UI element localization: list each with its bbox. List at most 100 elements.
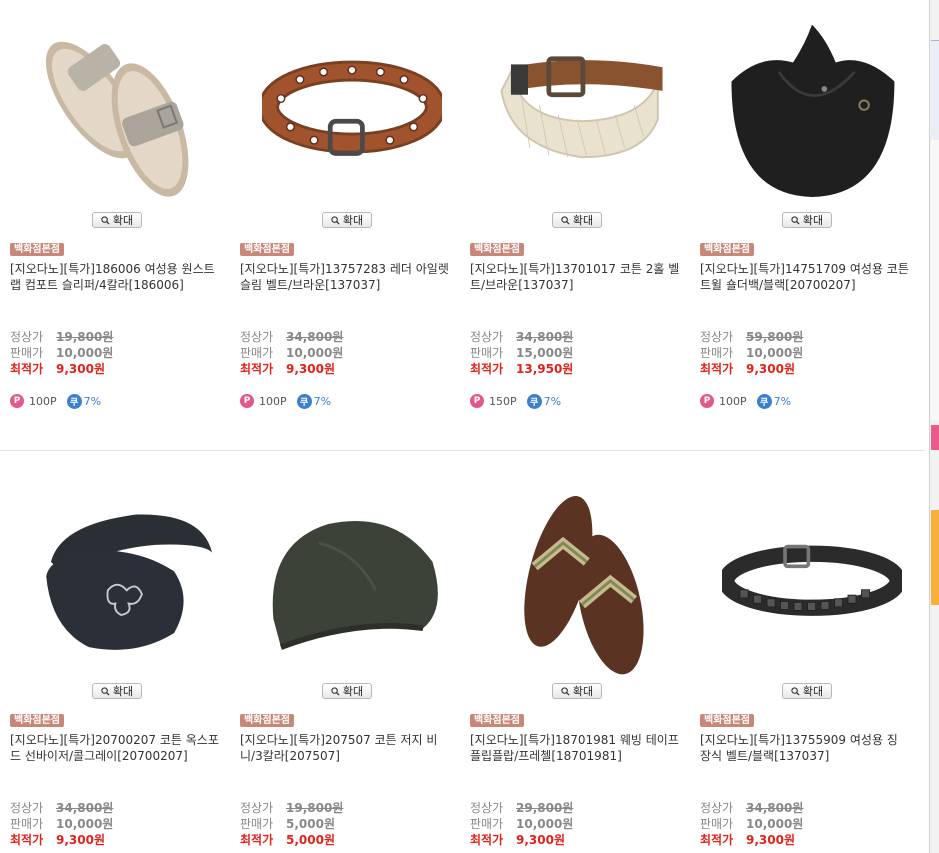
price-block: 정상가 29,800원 판매가 10,000원 최적가 9,300원 <box>470 800 680 848</box>
sale-price: 10,000원 <box>56 346 114 360</box>
product-title[interactable]: [지오다노][특가]186006 여성용 원스트랩 컴포트 슬리퍼/4칼라[18… <box>10 261 220 293</box>
belt-icon[interactable] <box>262 10 442 205</box>
zoom-button[interactable]: 확대 <box>552 212 602 228</box>
woven-belt-icon[interactable] <box>492 10 672 205</box>
magnifier-icon <box>791 686 800 696</box>
sale-price-label: 판매가 <box>700 817 734 831</box>
best-price-label: 최적가 <box>240 362 274 376</box>
product-title[interactable]: [지오다노][특가]14751709 여성용 코튼 트윌 숄더백/블랙[2070… <box>700 261 910 293</box>
store-badge: 백화점본점 <box>10 243 64 256</box>
zoom-label: 확대 <box>802 214 824 227</box>
sale-price-label: 판매가 <box>240 817 274 831</box>
product-title[interactable]: [지오다노][특가]13701017 코튼 2홀 벨트/브라운[137037] <box>470 261 680 293</box>
regular-price-label: 정상가 <box>470 801 504 815</box>
price-block: 정상가 19,800원 판매가 5,000원 최적가 5,000원 <box>240 800 450 848</box>
magnifier-icon <box>101 215 110 225</box>
best-price: 9,300원 <box>746 833 795 847</box>
zoom-label: 확대 <box>342 214 364 227</box>
benefit-row: P 100P 쿠 7% <box>240 393 331 409</box>
coupon-icon: 쿠 <box>66 393 82 409</box>
best-price: 5,000원 <box>286 833 335 847</box>
coupon-value: 7% <box>313 394 332 408</box>
store-badge: 백화점본점 <box>700 243 754 256</box>
product-grid: 확대 백화점본점 [지오다노][특가]186006 여성용 원스트랩 컴포트 슬… <box>0 0 925 853</box>
sale-price: 10,000원 <box>746 817 804 831</box>
product-title[interactable]: [지오다노][특가]13757283 레더 아일렛 슬림 벨트/브라운[1370… <box>240 261 450 293</box>
sale-price: 15,000원 <box>516 346 574 360</box>
zoom-label: 확대 <box>112 214 134 227</box>
product-row: 확대 백화점본점 [지오다노][특가]20700207 코튼 옥스포드 선바이저… <box>0 450 925 853</box>
sale-price: 5,000원 <box>286 817 335 831</box>
sale-price: 10,000원 <box>516 817 574 831</box>
point-value: 100P <box>719 394 747 408</box>
product-title[interactable]: [지오다노][특가]13755909 여성용 징 장식 벨트/블랙[137037… <box>700 732 910 764</box>
zoom-button[interactable]: 확대 <box>782 683 832 699</box>
best-price: 13,950원 <box>516 362 574 376</box>
product-row: 확대 백화점본점 [지오다노][특가]186006 여성용 원스트랩 컴포트 슬… <box>0 0 925 450</box>
beanie-icon[interactable] <box>262 481 442 676</box>
regular-price-label: 정상가 <box>240 801 274 815</box>
point-value: 150P <box>489 394 517 408</box>
regular-price: 34,800원 <box>516 330 574 344</box>
bag-icon[interactable] <box>722 10 902 205</box>
store-badge: 백화점본점 <box>470 714 524 727</box>
best-price: 9,300원 <box>56 833 105 847</box>
regular-price: 34,800원 <box>286 330 344 344</box>
sandal-icon[interactable] <box>32 10 212 205</box>
magnifier-icon <box>561 686 570 696</box>
coupon-value: 7% <box>773 394 792 408</box>
sale-price-label: 판매가 <box>240 346 274 360</box>
price-block: 정상가 59,800원 판매가 10,000원 최적가 9,300원 <box>700 329 910 377</box>
benefit-row: P 150P 쿠 7% <box>470 393 561 409</box>
studded-belt-icon[interactable] <box>722 481 902 676</box>
flipflop-icon[interactable] <box>492 481 672 676</box>
price-block: 정상가 34,800원 판매가 10,000원 최적가 9,300원 <box>10 800 220 848</box>
sale-price-label: 판매가 <box>10 346 44 360</box>
point-value: 100P <box>259 394 287 408</box>
store-badge: 백화점본점 <box>470 243 524 256</box>
sale-price-label: 판매가 <box>10 817 44 831</box>
product-title[interactable]: [지오다노][특가]18701981 웨빙 테이프 플립플랍/프레첼[18701… <box>470 732 680 764</box>
magnifier-icon <box>331 215 340 225</box>
regular-price-label: 정상가 <box>10 801 44 815</box>
regular-price: 29,800원 <box>516 801 574 815</box>
product-title[interactable]: [지오다노][특가]207507 코튼 저지 비니/3칼라[207507] <box>240 732 450 764</box>
magnifier-icon <box>101 686 110 696</box>
benefit-row: P 100P 쿠 7% <box>700 393 791 409</box>
best-price-label: 최적가 <box>240 833 274 847</box>
best-price: 9,300원 <box>286 362 335 376</box>
magnifier-icon <box>791 215 800 225</box>
best-price-label: 최적가 <box>470 833 504 847</box>
store-badge: 백화점본점 <box>240 714 294 727</box>
visor-icon[interactable] <box>32 481 212 676</box>
point-icon: P <box>240 394 254 408</box>
coupon-icon: 쿠 <box>526 393 542 409</box>
magnifier-icon <box>561 215 570 225</box>
price-block: 정상가 19,800원 판매가 10,000원 최적가 9,300원 <box>10 329 220 377</box>
coupon-value: 7% <box>543 394 562 408</box>
regular-price: 34,800원 <box>746 801 804 815</box>
point-icon: P <box>10 394 24 408</box>
point-icon: P <box>700 394 714 408</box>
zoom-button[interactable]: 확대 <box>552 683 602 699</box>
regular-price-label: 정상가 <box>700 330 734 344</box>
regular-price: 19,800원 <box>286 801 344 815</box>
store-badge: 백화점본점 <box>10 714 64 727</box>
price-block: 정상가 34,800원 판매가 10,000원 최적가 9,300원 <box>240 329 450 377</box>
zoom-button[interactable]: 확대 <box>322 212 372 228</box>
zoom-button[interactable]: 확대 <box>782 212 832 228</box>
side-quick-menu[interactable] <box>929 0 939 853</box>
store-badge: 백화점본점 <box>240 243 294 256</box>
sale-price: 10,000원 <box>56 817 114 831</box>
zoom-button[interactable]: 확대 <box>92 212 142 228</box>
best-price-label: 최적가 <box>10 362 44 376</box>
store-badge: 백화점본점 <box>700 714 754 727</box>
product-title[interactable]: [지오다노][특가]20700207 코튼 옥스포드 선바이저/콜그레이[207… <box>10 732 220 764</box>
point-value: 100P <box>29 394 57 408</box>
sale-price: 10,000원 <box>286 346 344 360</box>
sale-price-label: 판매가 <box>470 346 504 360</box>
zoom-button[interactable]: 확대 <box>92 683 142 699</box>
benefit-row: P 100P 쿠 7% <box>10 393 101 409</box>
zoom-button[interactable]: 확대 <box>322 683 372 699</box>
regular-price-label: 정상가 <box>700 801 734 815</box>
